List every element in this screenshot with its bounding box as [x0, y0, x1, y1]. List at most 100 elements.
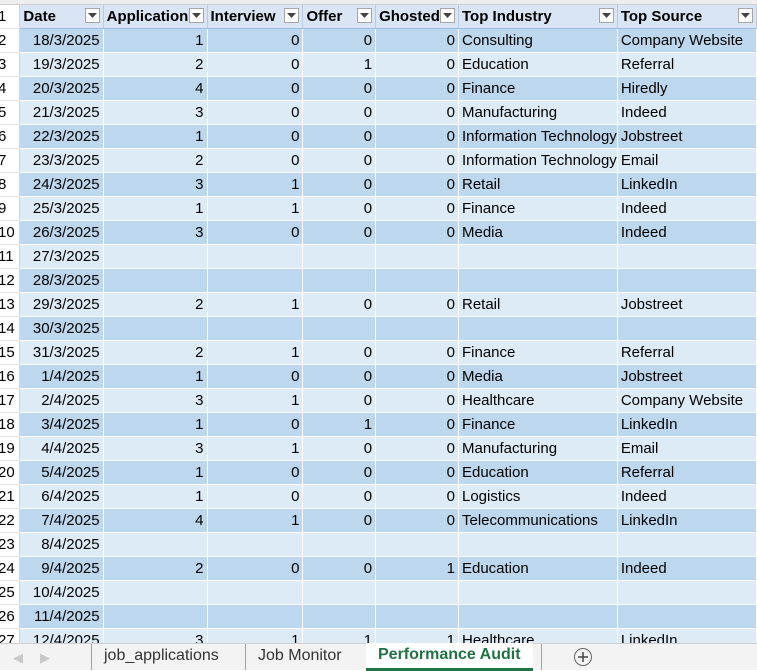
industry-cell[interactable] — [458, 532, 618, 557]
offer-cell[interactable]: 1 — [302, 412, 377, 437]
row-number[interactable]: 8 — [0, 172, 21, 197]
date-cell[interactable]: 4/4/2025 — [19, 436, 104, 461]
header-offer[interactable]: Offer — [302, 5, 377, 29]
interview-cell[interactable]: 0 — [207, 556, 304, 581]
ghosted-cell[interactable] — [375, 244, 459, 269]
date-cell[interactable]: 10/4/2025 — [19, 580, 104, 605]
industry-cell[interactable]: Logistics — [458, 484, 618, 509]
application-cell[interactable]: 3 — [103, 628, 208, 643]
offer-cell[interactable] — [302, 244, 377, 269]
ghosted-cell[interactable]: 0 — [375, 484, 459, 509]
application-cell[interactable] — [103, 580, 208, 605]
offer-cell[interactable]: 1 — [302, 628, 377, 643]
date-cell[interactable]: 11/4/2025 — [19, 604, 104, 629]
offer-cell[interactable] — [302, 532, 377, 557]
source-cell[interactable]: LinkedIn — [617, 628, 757, 643]
application-cell[interactable]: 4 — [103, 508, 208, 533]
date-cell[interactable]: 28/3/2025 — [19, 268, 104, 293]
interview-cell[interactable]: 0 — [207, 412, 304, 437]
ghosted-cell[interactable] — [375, 604, 459, 629]
source-cell[interactable] — [617, 268, 757, 293]
date-cell[interactable]: 1/4/2025 — [19, 364, 104, 389]
ghosted-cell[interactable]: 0 — [375, 220, 459, 245]
date-cell[interactable]: 29/3/2025 — [19, 292, 104, 317]
ghosted-cell[interactable]: 0 — [375, 124, 459, 149]
application-cell[interactable] — [103, 268, 208, 293]
filter-dropdown-icon[interactable] — [284, 8, 300, 23]
industry-cell[interactable]: Consulting — [458, 28, 618, 53]
industry-cell[interactable]: Finance — [458, 340, 618, 365]
application-cell[interactable]: 1 — [103, 196, 208, 221]
ghosted-cell[interactable] — [375, 580, 459, 605]
offer-cell[interactable]: 0 — [302, 220, 377, 245]
date-cell[interactable]: 21/3/2025 — [19, 100, 104, 125]
application-cell[interactable] — [103, 532, 208, 557]
interview-cell[interactable]: 0 — [207, 28, 304, 53]
source-cell[interactable]: Email — [617, 436, 757, 461]
source-cell[interactable]: Indeed — [617, 484, 757, 509]
chevron-left-icon[interactable]: ◀ — [13, 650, 23, 666]
source-cell[interactable] — [617, 316, 757, 341]
spreadsheet-grid[interactable]: 1 Date Application Interview Offer Ghost… — [0, 0, 757, 643]
offer-cell[interactable] — [302, 316, 377, 341]
offer-cell[interactable]: 0 — [302, 76, 377, 101]
source-cell[interactable] — [617, 532, 757, 557]
industry-cell[interactable]: Media — [458, 364, 618, 389]
source-cell[interactable]: Hiredly — [617, 76, 757, 101]
ghosted-cell[interactable]: 0 — [375, 340, 459, 365]
row-number[interactable]: 23 — [0, 532, 21, 557]
header-top-industry[interactable]: Top Industry — [458, 5, 618, 29]
offer-cell[interactable]: 0 — [302, 28, 377, 53]
ghosted-cell[interactable]: 0 — [375, 196, 459, 221]
interview-cell[interactable] — [207, 244, 304, 269]
offer-cell[interactable]: 0 — [302, 436, 377, 461]
industry-cell[interactable]: Education — [458, 460, 618, 485]
interview-cell[interactable]: 0 — [207, 52, 304, 77]
application-cell[interactable]: 2 — [103, 52, 208, 77]
ghosted-cell[interactable]: 0 — [375, 412, 459, 437]
row-number[interactable]: 9 — [0, 196, 21, 221]
ghosted-cell[interactable]: 0 — [375, 148, 459, 173]
source-cell[interactable]: Indeed — [617, 100, 757, 125]
offer-cell[interactable]: 0 — [302, 172, 377, 197]
row-number[interactable]: 11 — [0, 244, 21, 269]
offer-cell[interactable]: 0 — [302, 340, 377, 365]
interview-cell[interactable]: 1 — [207, 388, 304, 413]
date-cell[interactable]: 7/4/2025 — [19, 508, 104, 533]
application-cell[interactable]: 3 — [103, 388, 208, 413]
ghosted-cell[interactable] — [375, 316, 459, 341]
interview-cell[interactable] — [207, 268, 304, 293]
interview-cell[interactable] — [207, 316, 304, 341]
interview-cell[interactable]: 1 — [207, 340, 304, 365]
application-cell[interactable]: 1 — [103, 124, 208, 149]
industry-cell[interactable]: Media — [458, 220, 618, 245]
interview-cell[interactable]: 1 — [207, 196, 304, 221]
offer-cell[interactable]: 0 — [302, 124, 377, 149]
offer-cell[interactable]: 0 — [302, 388, 377, 413]
application-cell[interactable]: 4 — [103, 76, 208, 101]
application-cell[interactable]: 1 — [103, 28, 208, 53]
application-cell[interactable]: 2 — [103, 148, 208, 173]
date-cell[interactable]: 25/3/2025 — [19, 196, 104, 221]
header-top-source[interactable]: Top Source — [617, 5, 757, 29]
row-number[interactable]: 19 — [0, 436, 21, 461]
row-number[interactable]: 2 — [0, 28, 21, 53]
source-cell[interactable]: Company Website — [617, 388, 757, 413]
row-number[interactable]: 18 — [0, 412, 21, 437]
application-cell[interactable]: 3 — [103, 172, 208, 197]
source-cell[interactable] — [617, 580, 757, 605]
source-cell[interactable]: Jobstreet — [617, 292, 757, 317]
offer-cell[interactable] — [302, 604, 377, 629]
interview-cell[interactable]: 0 — [207, 460, 304, 485]
interview-cell[interactable]: 1 — [207, 628, 304, 643]
interview-cell[interactable] — [207, 532, 304, 557]
row-number[interactable]: 5 — [0, 100, 21, 125]
interview-cell[interactable]: 0 — [207, 220, 304, 245]
source-cell[interactable]: Indeed — [617, 556, 757, 581]
source-cell[interactable]: Company Website — [617, 28, 757, 53]
industry-cell[interactable]: Retail — [458, 292, 618, 317]
application-cell[interactable]: 1 — [103, 484, 208, 509]
source-cell[interactable]: Indeed — [617, 220, 757, 245]
application-cell[interactable] — [103, 316, 208, 341]
date-cell[interactable]: 30/3/2025 — [19, 316, 104, 341]
